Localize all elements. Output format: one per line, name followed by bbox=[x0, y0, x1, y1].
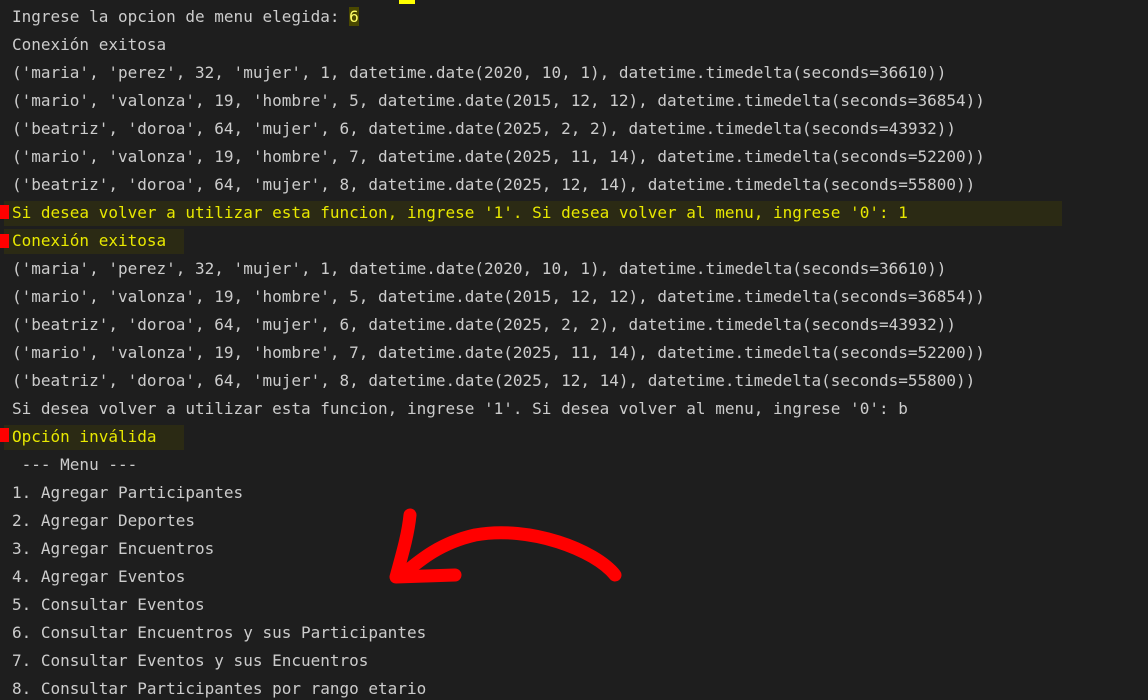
menu-item: 6. Consultar Encuentros y sus Participan… bbox=[12, 623, 427, 642]
red-marker bbox=[0, 234, 9, 248]
prompt-value: 6 bbox=[349, 7, 359, 26]
terminal-output[interactable]: Ingrese la opcion de menu elegida: 6 Con… bbox=[0, 0, 1148, 700]
menu-item: 1. Agregar Participantes bbox=[12, 483, 244, 502]
red-marker bbox=[0, 205, 9, 219]
result-row: ('mario', 'valonza', 19, 'hombre', 7, da… bbox=[12, 147, 985, 166]
red-marker bbox=[0, 428, 9, 442]
menu-item: 7. Consultar Eventos y sus Encuentros bbox=[12, 651, 369, 670]
menu-prompt-line: Ingrese la opcion de menu elegida: 6 bbox=[0, 3, 1148, 31]
result-row: ('mario', 'valonza', 19, 'hombre', 5, da… bbox=[12, 91, 985, 110]
invalid-option-line: Opción inválida bbox=[0, 423, 1148, 451]
output-line: Conexión exitosa bbox=[12, 35, 167, 54]
terminal-lines: Ingrese la opcion de menu elegida: 6 Con… bbox=[0, 3, 1148, 700]
result-row: ('beatriz', 'doroa', 64, 'mujer', 6, dat… bbox=[12, 315, 957, 334]
result-row: ('beatriz', 'doroa', 64, 'mujer', 6, dat… bbox=[12, 119, 957, 138]
repeat-prompt-line: Si desea volver a utilizar esta funcion,… bbox=[12, 399, 908, 418]
menu-item: 8. Consultar Participantes por rango eta… bbox=[12, 679, 427, 698]
result-row: ('beatriz', 'doroa', 64, 'mujer', 8, dat… bbox=[12, 175, 976, 194]
result-row: ('beatriz', 'doroa', 64, 'mujer', 8, dat… bbox=[12, 371, 976, 390]
prompt-label: Ingrese la opcion de menu elegida: bbox=[12, 7, 350, 26]
repeat-prompt-line: Si desea volver a utilizar esta funcion,… bbox=[0, 199, 1148, 227]
menu-header: --- Menu --- bbox=[12, 455, 138, 474]
result-row: ('mario', 'valonza', 19, 'hombre', 5, da… bbox=[12, 287, 985, 306]
connection-status-line: Conexión exitosa bbox=[0, 227, 1148, 255]
result-row: ('maria', 'perez', 32, 'mujer', 1, datet… bbox=[12, 259, 947, 278]
red-arrow-icon bbox=[389, 508, 622, 584]
result-row: ('maria', 'perez', 32, 'mujer', 1, datet… bbox=[12, 63, 947, 82]
selection-marker bbox=[399, 0, 415, 4]
result-row: ('mario', 'valonza', 19, 'hombre', 7, da… bbox=[12, 343, 985, 362]
menu-item: 5. Consultar Eventos bbox=[12, 595, 205, 614]
